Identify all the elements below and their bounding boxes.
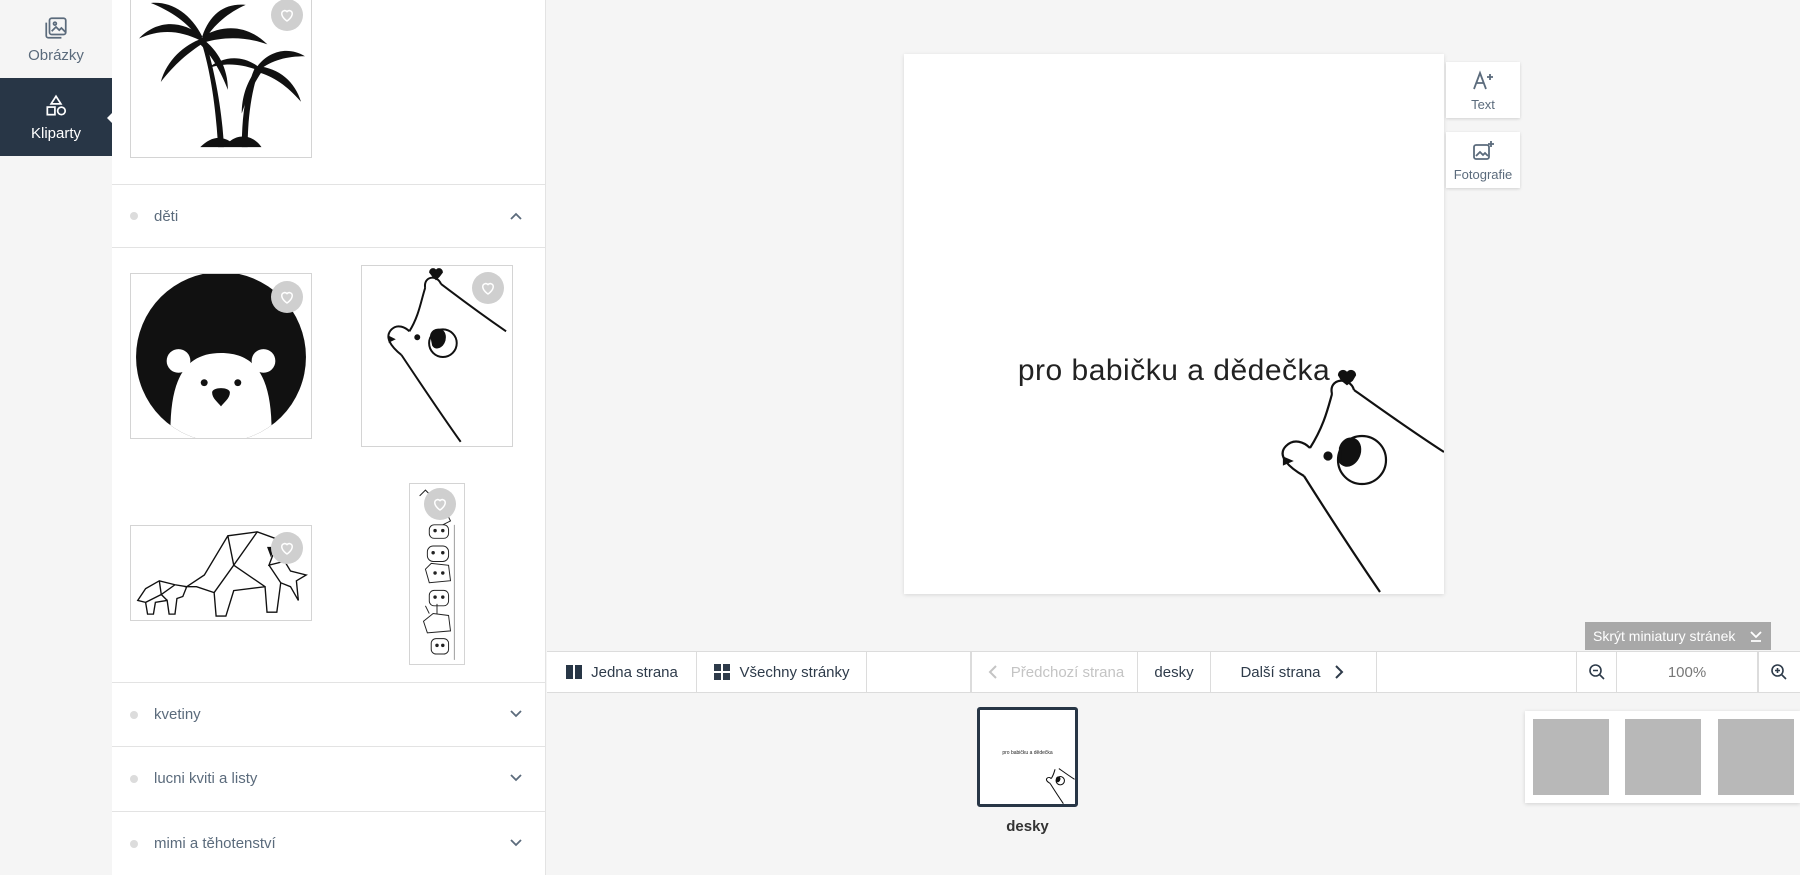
zoom-out-button[interactable] bbox=[1576, 652, 1617, 692]
category-label: lucni kviti a listy bbox=[154, 770, 258, 787]
nav-item-images-label: Obrázky bbox=[28, 46, 84, 64]
single-page-view-button[interactable]: Jedna strana bbox=[547, 652, 697, 692]
zoom-level: 100% bbox=[1617, 652, 1758, 692]
favorite-button[interactable] bbox=[271, 532, 303, 564]
hide-thumbnails-label: Skrýt miniatury stránek bbox=[1593, 628, 1736, 644]
left-nav-rail: Obrázky Kliparty bbox=[0, 0, 113, 875]
spread-thumbnail[interactable] bbox=[1718, 719, 1794, 795]
page-thumbnail-current[interactable]: pro babičku a dědečka bbox=[977, 707, 1078, 807]
add-text-label: Text bbox=[1471, 96, 1495, 112]
heart-icon bbox=[280, 9, 294, 22]
shapes-icon bbox=[46, 94, 67, 116]
page-thumbnail-label: desky bbox=[1006, 818, 1049, 835]
favorite-button[interactable] bbox=[271, 0, 303, 31]
clipart-peeking-bear[interactable] bbox=[361, 265, 513, 447]
chevron-right-icon bbox=[1334, 665, 1343, 679]
toolbar-spacer bbox=[867, 652, 971, 692]
favorite-button[interactable] bbox=[271, 281, 303, 313]
category-label: mimi a těhotenství bbox=[154, 835, 276, 852]
next-page-label: Další strana bbox=[1240, 663, 1321, 681]
all-pages-label: Všechny stránky bbox=[739, 663, 850, 681]
spread-thumbnail[interactable] bbox=[1625, 719, 1701, 795]
category-lucni-kviti[interactable]: lucni kviti a listy bbox=[112, 746, 545, 810]
photo-plus-icon bbox=[1473, 140, 1494, 160]
zoom-out-icon bbox=[1588, 664, 1605, 680]
collapse-down-icon bbox=[1750, 631, 1762, 642]
category-dot bbox=[130, 774, 138, 783]
add-photo-button[interactable]: Fotografie bbox=[1446, 132, 1520, 188]
heart-icon bbox=[280, 542, 294, 555]
chevron-down-icon bbox=[510, 710, 522, 718]
clipart-palm-trees[interactable] bbox=[130, 0, 312, 158]
heart-icon bbox=[433, 498, 447, 511]
category-dot bbox=[130, 212, 138, 220]
clipart-origami-elephants[interactable] bbox=[130, 525, 312, 621]
add-photo-label: Fotografie bbox=[1453, 166, 1513, 182]
chevron-down-icon bbox=[510, 839, 522, 847]
hide-thumbnails-button[interactable]: Skrýt miniatury stránek bbox=[1585, 622, 1771, 650]
zoom-in-button[interactable] bbox=[1758, 652, 1799, 692]
page-thumbnail-text: pro babičku a dědečka bbox=[1002, 750, 1053, 756]
category-kvetiny[interactable]: kvetiny bbox=[112, 682, 545, 746]
category-dot bbox=[130, 839, 138, 848]
page-bear-clipart[interactable] bbox=[1254, 364, 1444, 594]
spread-thumbnail[interactable] bbox=[1533, 719, 1609, 795]
zoom-level-label: 100% bbox=[1667, 663, 1707, 681]
clipart-giraffe-stack[interactable] bbox=[409, 483, 465, 665]
page-thumbnail-bear bbox=[1045, 768, 1075, 804]
nav-item-cliparts[interactable]: Kliparty bbox=[0, 78, 113, 156]
chevron-up-icon bbox=[510, 212, 522, 220]
zoom-in-icon bbox=[1771, 664, 1787, 680]
chevron-down-icon bbox=[510, 774, 522, 782]
current-page-label: desky bbox=[1154, 663, 1194, 681]
favorite-button[interactable] bbox=[424, 488, 456, 520]
category-label: kvetiny bbox=[154, 706, 201, 723]
clipart-panel: děti kvetiny lucni kviti a listy mimi a … bbox=[112, 0, 546, 875]
chevron-left-icon bbox=[988, 665, 997, 679]
grid-icon bbox=[714, 664, 731, 680]
add-text-button[interactable]: Text bbox=[1446, 62, 1520, 118]
all-pages-view-button[interactable]: Všechny stránky bbox=[697, 652, 867, 692]
category-label: děti bbox=[154, 207, 179, 225]
images-icon bbox=[45, 16, 67, 39]
single-page-label: Jedna strana bbox=[591, 663, 678, 681]
category-mimi[interactable]: mimi a těhotenství bbox=[112, 811, 545, 875]
category-deti[interactable]: děti bbox=[112, 184, 545, 248]
next-page-button[interactable]: Další strana bbox=[1211, 652, 1377, 692]
nav-item-images[interactable]: Obrázky bbox=[0, 0, 112, 78]
book-icon bbox=[566, 665, 583, 679]
nav-item-cliparts-label: Kliparty bbox=[30, 124, 82, 142]
favorite-button[interactable] bbox=[472, 272, 504, 304]
clipart-bear-in-circle[interactable] bbox=[130, 273, 312, 439]
category-dot bbox=[130, 710, 138, 719]
spread-thumbnails-strip bbox=[1525, 711, 1800, 803]
heart-icon bbox=[280, 291, 294, 304]
page-canvas[interactable]: pro babičku a dědečka bbox=[904, 54, 1444, 594]
heart-icon bbox=[481, 282, 495, 295]
current-page-indicator: desky bbox=[1138, 652, 1211, 692]
page-toolbar: Jedna strana Všechny stránky Předchozí s… bbox=[547, 651, 1800, 693]
previous-page-label: Předchozí strana bbox=[1010, 663, 1125, 681]
text-plus-icon bbox=[1473, 69, 1493, 89]
previous-page-button[interactable]: Předchozí strana bbox=[971, 652, 1138, 692]
